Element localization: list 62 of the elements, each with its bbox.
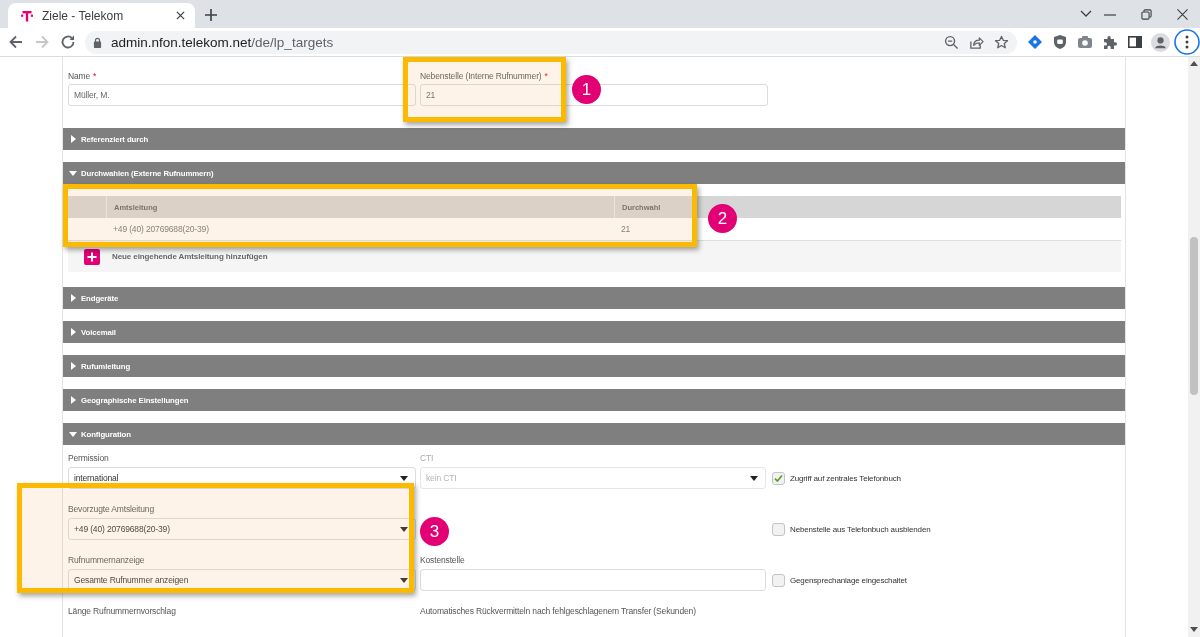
dropdown-caret-icon <box>400 526 408 532</box>
caret-right-icon <box>71 294 76 302</box>
checkbox[interactable] <box>772 522 785 536</box>
checkbox-label: Gegensprechanlage eingeschaltet <box>790 575 907 585</box>
scrollbar[interactable] <box>1188 57 1200 637</box>
dropdown-caret-icon <box>400 475 408 481</box>
diamond-icon[interactable] <box>1027 34 1043 50</box>
add-link[interactable]: Neue eingehende Amtsleitung hinzufügen <box>112 252 268 261</box>
field-label: Nebenstelle (Interne Rufnummer) * <box>420 70 549 82</box>
camera-icon[interactable] <box>1077 34 1093 50</box>
checkbox[interactable] <box>772 573 785 587</box>
input-field[interactable] <box>420 569 766 591</box>
select-field[interactable]: Gesamte Rufnummer anzeigen <box>68 569 416 591</box>
caret-down-icon <box>69 170 77 176</box>
caret-right-icon <box>71 135 76 143</box>
field-label: Länge Rufnummernvorschlag <box>68 605 177 617</box>
side-panel-icon[interactable] <box>1127 34 1143 50</box>
caret-right-icon <box>71 328 76 336</box>
favicon-icon <box>21 8 33 23</box>
checkbox-label: Nebenstelle aus Telefonbuch ausblenden <box>790 524 931 534</box>
browser-tab[interactable]: Ziele - Telekom <box>8 3 195 28</box>
share-icon[interactable] <box>969 34 984 50</box>
minimize-icon[interactable] <box>1104 13 1116 16</box>
field-label: Rufnummernanzeige <box>68 554 146 566</box>
select-field[interactable]: +49 (40) 20769688(20-39) <box>68 518 416 540</box>
field-label: Bevorzugte Amtsleitung <box>68 503 155 515</box>
checkbox[interactable] <box>772 471 785 485</box>
field-label: Kostenstelle <box>420 554 466 566</box>
caret-right-icon <box>71 362 76 370</box>
shield-icon[interactable] <box>1052 34 1068 50</box>
field-label: Automatisches Rückvermitteln nach fehlgeschlagenem Transfer (Sekunden) <box>420 605 697 617</box>
dropdown-caret-icon <box>750 475 758 481</box>
input-field[interactable]: Müller, M. <box>68 84 416 106</box>
callout-number: 3 <box>420 517 449 546</box>
zoom-out-icon[interactable] <box>944 34 959 50</box>
caret-right-icon <box>71 396 76 404</box>
star-icon[interactable] <box>994 34 1009 50</box>
close-icon[interactable] <box>176 11 185 20</box>
scroll-up-arrow-icon[interactable] <box>1190 61 1198 66</box>
field-label: CTI <box>420 452 435 464</box>
avatar-icon[interactable] <box>1151 32 1170 52</box>
plus-icon[interactable] <box>205 9 217 21</box>
back-arrow-icon[interactable] <box>8 34 24 50</box>
reload-icon[interactable] <box>60 34 76 50</box>
close-icon[interactable] <box>1176 9 1188 20</box>
chevron-down-icon[interactable] <box>1080 10 1092 18</box>
scroll-down-arrow-icon[interactable] <box>1190 627 1198 632</box>
restore-icon[interactable] <box>1140 9 1152 20</box>
select-field[interactable]: international <box>68 467 416 489</box>
menu-icon[interactable] <box>1174 29 1200 55</box>
caret-down-icon <box>69 431 77 437</box>
checkbox-label: Zugriff auf zentrales Telefonbuch <box>790 473 901 483</box>
scroll-thumb[interactable] <box>1190 237 1198 395</box>
dropdown-caret-icon <box>400 577 408 583</box>
lock-icon <box>93 36 102 48</box>
plus-icon[interactable] <box>84 248 100 265</box>
field-label: Permission <box>68 452 110 464</box>
address-bar[interactable]: admin.nfon.telekom.net/de/lp_targets <box>85 30 1017 54</box>
table-cell: +49 (40) 20769688(20-39) <box>113 224 209 234</box>
puzzle-icon[interactable] <box>1102 34 1118 50</box>
field-label: Name * <box>68 70 98 82</box>
table-cell: 21 <box>621 224 631 234</box>
